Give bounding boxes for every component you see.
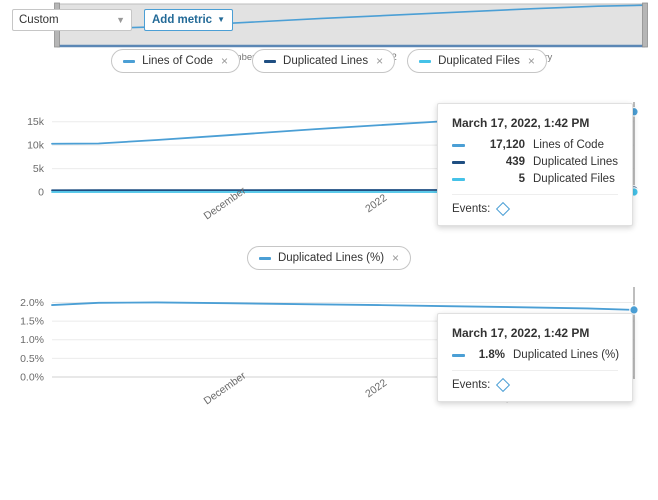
x-axis-tick-label: December bbox=[202, 369, 249, 407]
tooltip-label: Duplicated Lines bbox=[533, 156, 618, 168]
y-axis-tick-label: 1.5% bbox=[20, 316, 44, 328]
period-select[interactable]: Custom ▼ bbox=[12, 9, 132, 31]
tooltip-events-label: Events: bbox=[452, 379, 490, 391]
tooltip-row: 5 Duplicated Files bbox=[452, 173, 618, 185]
legend-chip-label: Duplicated Lines (%) bbox=[278, 252, 384, 264]
chart2-legend: Duplicated Lines (%) × bbox=[0, 246, 658, 270]
close-icon[interactable]: × bbox=[392, 252, 399, 264]
tooltip-title: March 17, 2022, 1:42 PM bbox=[452, 326, 618, 340]
tooltip-row: 17,120 Lines of Code bbox=[452, 139, 618, 151]
chevron-down-icon: ▼ bbox=[116, 16, 125, 25]
series-line bbox=[52, 302, 634, 309]
legend-chip-duplicated-files[interactable]: Duplicated Files × bbox=[407, 49, 547, 73]
x-axis-tick-label: 2022 bbox=[363, 377, 389, 400]
chevron-down-icon: ▼ bbox=[217, 16, 225, 24]
add-metric-label: Add metric bbox=[152, 14, 212, 26]
y-axis-tick-label: 2.0% bbox=[20, 297, 44, 309]
legend-chip-label: Lines of Code bbox=[142, 55, 213, 67]
tooltip-row: 439 Duplicated Lines bbox=[452, 156, 618, 168]
period-select-value: Custom bbox=[19, 14, 59, 26]
legend-chip-label: Duplicated Lines bbox=[283, 55, 368, 67]
navigator-handle-right[interactable] bbox=[643, 3, 648, 47]
series-color-swatch bbox=[419, 60, 431, 63]
y-axis-tick-label: 0 bbox=[38, 187, 44, 199]
tooltip-title: March 17, 2022, 1:42 PM bbox=[452, 116, 618, 130]
y-axis-tick-label: 0.5% bbox=[20, 353, 44, 365]
chart2-tooltip: March 17, 2022, 1:42 PM 1.8% Duplicated … bbox=[437, 313, 633, 402]
chart1-tooltip: March 17, 2022, 1:42 PM 17,120 Lines of … bbox=[437, 103, 633, 226]
divider bbox=[452, 194, 618, 195]
series-color-swatch bbox=[452, 354, 465, 357]
y-axis-tick-label: 0.0% bbox=[20, 372, 44, 384]
series-color-swatch bbox=[452, 178, 465, 181]
series-color-swatch bbox=[123, 60, 135, 63]
chart1-legend: Lines of Code × Duplicated Lines × Dupli… bbox=[0, 49, 658, 73]
y-axis-tick-label: 1.0% bbox=[20, 334, 44, 346]
diamond-icon bbox=[496, 378, 510, 392]
tooltip-value: 439 bbox=[471, 156, 525, 168]
close-icon[interactable]: × bbox=[528, 55, 535, 67]
tooltip-value: 5 bbox=[471, 173, 525, 185]
legend-chip-duplicated-lines-pct[interactable]: Duplicated Lines (%) × bbox=[247, 246, 411, 270]
toolbar: Custom ▼ Add metric ▼ bbox=[12, 9, 233, 31]
tooltip-row: 1.8% Duplicated Lines (%) bbox=[452, 349, 618, 361]
tooltip-value: 17,120 bbox=[471, 139, 525, 151]
y-axis-tick-label: 10k bbox=[27, 140, 45, 152]
close-icon[interactable]: × bbox=[221, 55, 228, 67]
series-color-swatch bbox=[264, 60, 276, 63]
tooltip-label: Lines of Code bbox=[533, 139, 604, 151]
tooltip-value: 1.8% bbox=[471, 349, 505, 361]
tooltip-label: Duplicated Files bbox=[533, 173, 615, 185]
close-icon[interactable]: × bbox=[376, 55, 383, 67]
diamond-icon bbox=[496, 202, 510, 216]
series-color-swatch bbox=[452, 161, 465, 164]
y-axis-tick-label: 15k bbox=[27, 116, 45, 128]
tooltip-events: Events: bbox=[452, 203, 618, 215]
series-color-swatch bbox=[452, 144, 465, 147]
legend-chip-label: Duplicated Files bbox=[438, 55, 520, 67]
legend-chip-lines-of-code[interactable]: Lines of Code × bbox=[111, 49, 240, 73]
tooltip-events-label: Events: bbox=[452, 203, 490, 215]
divider bbox=[452, 370, 618, 371]
tooltip-label: Duplicated Lines (%) bbox=[513, 349, 619, 361]
series-color-swatch bbox=[259, 257, 271, 260]
add-metric-button[interactable]: Add metric ▼ bbox=[144, 9, 233, 31]
legend-chip-duplicated-lines[interactable]: Duplicated Lines × bbox=[252, 49, 395, 73]
y-axis-tick-label: 5k bbox=[33, 163, 45, 175]
x-axis-tick-label: 2022 bbox=[363, 192, 389, 215]
tooltip-events: Events: bbox=[452, 379, 618, 391]
